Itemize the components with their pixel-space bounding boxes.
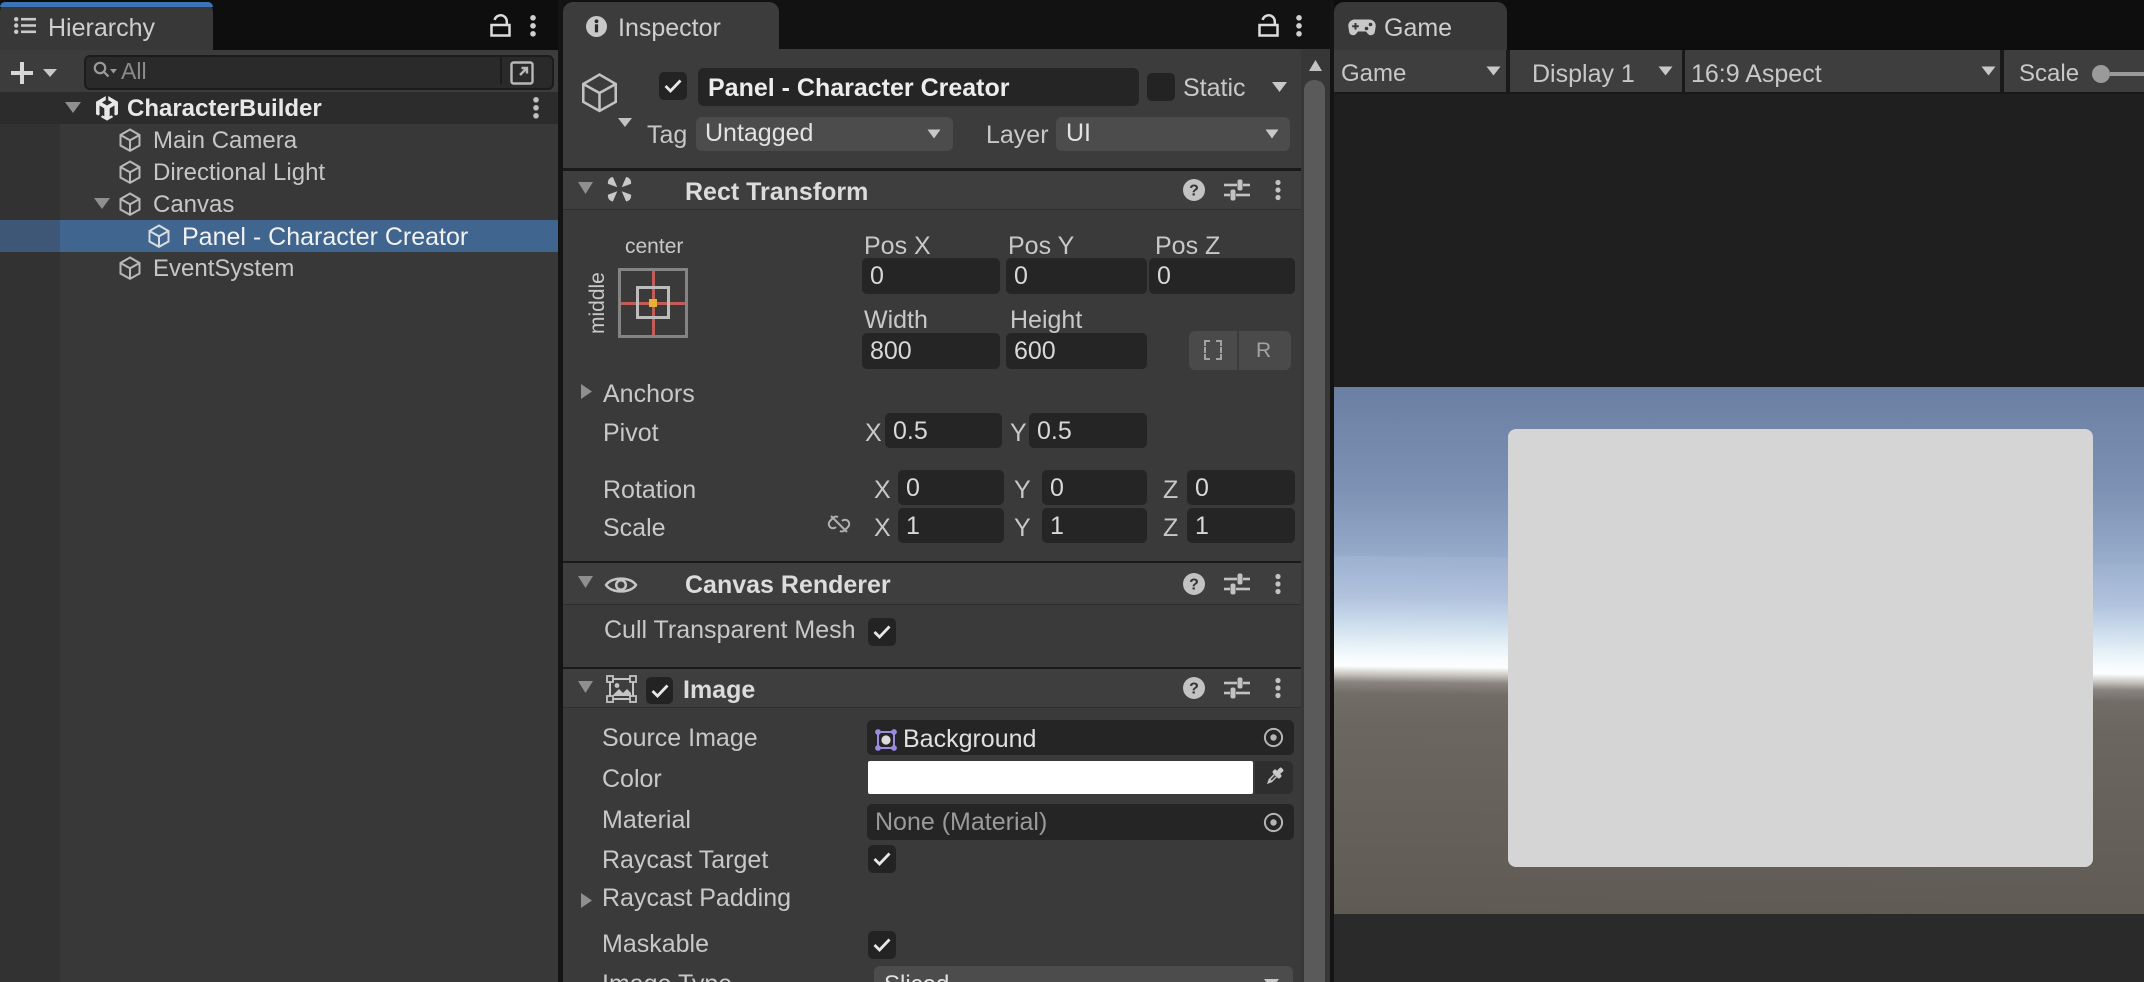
- svg-text:?: ?: [1189, 681, 1199, 698]
- svg-text:?: ?: [1189, 577, 1199, 594]
- svg-text:?: ?: [1189, 183, 1199, 200]
